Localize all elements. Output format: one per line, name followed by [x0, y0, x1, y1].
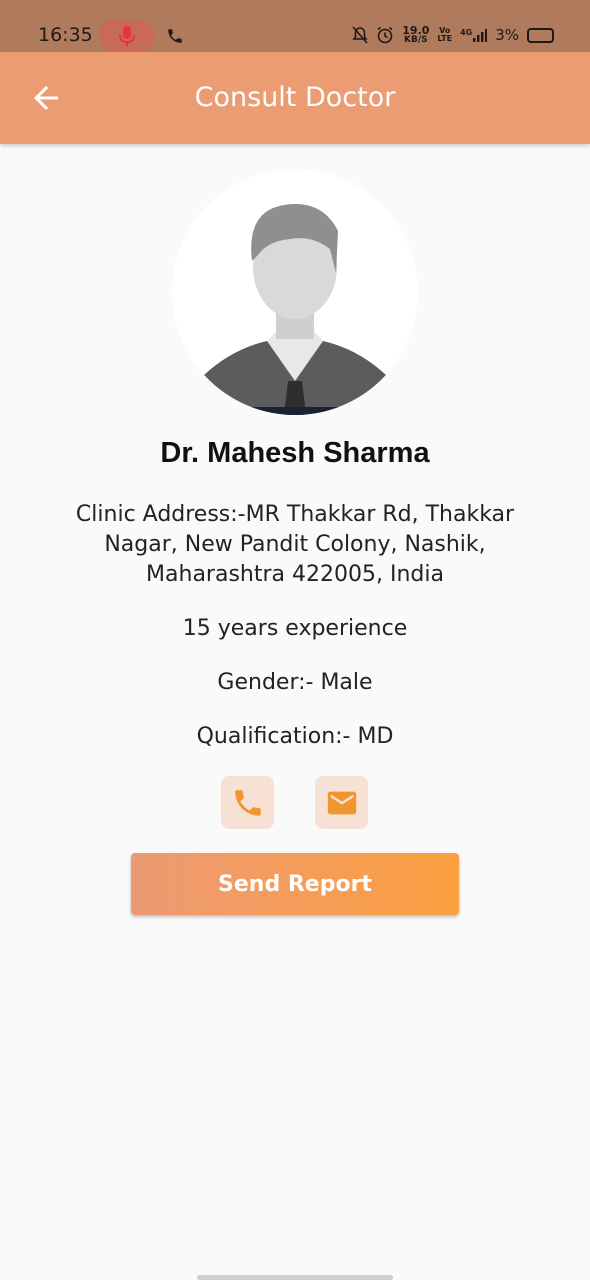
doctor-avatar: [172, 169, 418, 415]
status-icons: 19.0 KB/S Vo LTE 4G 3%: [352, 25, 554, 45]
doctor-name: Dr. Mahesh Sharma: [160, 437, 430, 469]
status-bar: 16:35 19.0 KB/S Vo LTE 4G 3%: [0, 0, 590, 52]
signal-icon: [473, 29, 488, 42]
back-arrow-icon: [34, 86, 58, 110]
phone-icon: [234, 789, 261, 816]
experience-text: 15 years experience: [182, 616, 408, 641]
mail-icon: [327, 791, 356, 814]
battery-percent: 3%: [495, 26, 519, 44]
volte-badge: Vo LTE: [437, 27, 452, 43]
home-indicator[interactable]: [197, 1275, 393, 1280]
call-status-icon: [168, 29, 182, 43]
app-bar: Consult Doctor: [0, 52, 590, 144]
volte-bottom: LTE: [437, 34, 453, 43]
alarm-icon: [377, 26, 393, 44]
back-button[interactable]: [28, 80, 64, 116]
send-report-button[interactable]: Send Report: [131, 853, 459, 915]
clinic-address: Clinic Address:-MR Thakkar Rd, Thakkar N…: [75, 502, 515, 587]
network-type: 4G: [460, 28, 473, 37]
mic-indicator[interactable]: [99, 19, 155, 52]
status-time: 16:35: [38, 24, 93, 46]
call-button[interactable]: [221, 776, 274, 829]
qualification-text: Qualification:- MD: [196, 724, 394, 749]
signal-indicator: 4G: [460, 28, 488, 42]
mute-bell-icon: [352, 26, 368, 44]
mic-icon: [119, 26, 135, 46]
network-speed: 19.0 KB/S: [402, 25, 429, 45]
speed-unit: KB/S: [403, 35, 428, 45]
page-title: Consult Doctor: [194, 82, 396, 113]
person-placeholder-icon: [204, 204, 386, 415]
email-button[interactable]: [315, 776, 368, 829]
gender-text: Gender:- Male: [217, 670, 373, 695]
battery-icon: [527, 27, 554, 43]
